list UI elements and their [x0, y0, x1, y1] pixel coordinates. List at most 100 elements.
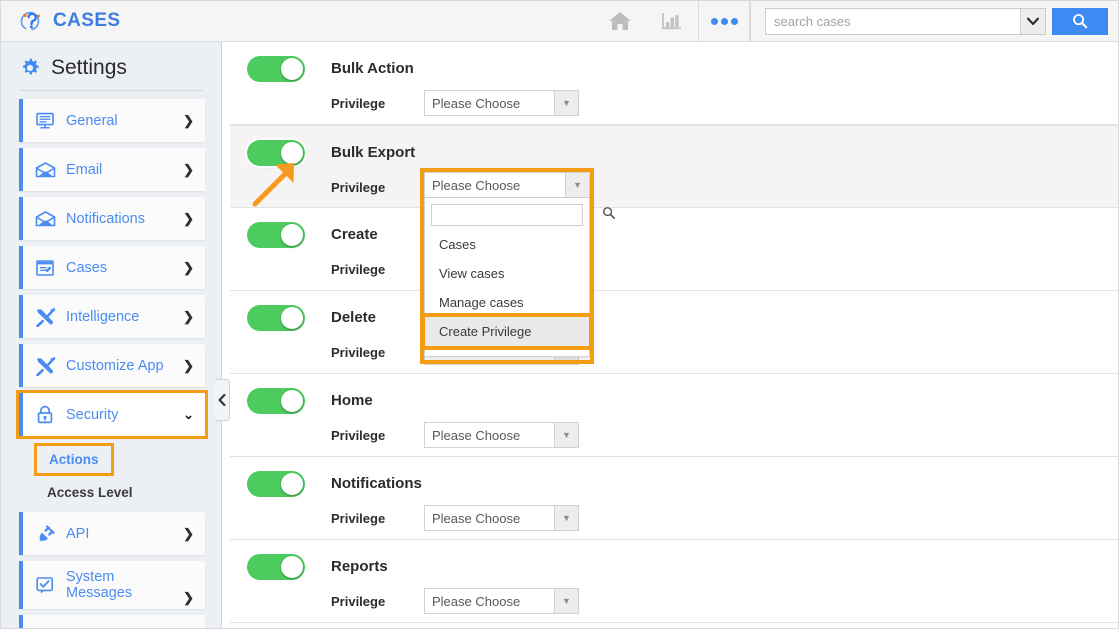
sidebar-item-label: Security	[66, 406, 119, 423]
envelope-icon	[34, 159, 56, 181]
sidebar-item-notifications[interactable]: Notifications ❯	[19, 197, 205, 240]
sidebar-item-label: Email	[66, 161, 103, 178]
permission-toggle[interactable]	[247, 305, 305, 331]
chevron-right-icon: ❯	[183, 259, 194, 275]
top-bar: CASES	[1, 1, 1118, 42]
privilege-label: Privilege	[331, 180, 386, 195]
permission-row: Home Privilege Please Choose ▼	[230, 374, 1118, 457]
app-logo[interactable]: CASES	[1, 8, 231, 34]
sidebar-item-label: General	[66, 112, 118, 129]
caret-down-icon: ▼	[554, 506, 578, 530]
header-divider	[19, 90, 203, 91]
permission-name: Reports	[331, 558, 388, 575]
dropdown-search-input[interactable]	[437, 205, 602, 225]
permission-toggle[interactable]	[247, 56, 305, 82]
search-zone	[750, 1, 1118, 42]
privilege-select[interactable]: Please Choose ▼	[424, 588, 579, 614]
toggle-knob	[281, 142, 303, 164]
sidebar-item-label: API	[66, 525, 90, 542]
sidebar-item-label: System Messages	[66, 569, 133, 601]
chevron-down-icon: ⌄	[183, 406, 194, 422]
plug-icon	[34, 626, 56, 628]
privilege-label: Privilege	[331, 511, 386, 526]
search-submit-button[interactable]	[1052, 7, 1108, 35]
sidebar-item-cases[interactable]: Cases ❯	[19, 246, 205, 289]
caret-down-icon: ▼	[565, 173, 589, 197]
dropdown-option[interactable]: Cases	[425, 230, 589, 259]
chevron-right-icon: ❯	[183, 590, 194, 605]
sidebar-subitem-actions[interactable]: Actions	[34, 443, 114, 476]
dropdown-option[interactable]: Manage cases	[425, 288, 589, 317]
tools-icon	[34, 306, 56, 328]
chevron-right-icon: ❯	[183, 161, 194, 177]
home-icon[interactable]	[594, 1, 646, 42]
sidebar-item-label: Cases	[66, 259, 108, 276]
security-submenu: Actions Access Level	[1, 443, 221, 500]
privilege-label: Privilege	[331, 96, 386, 111]
permissions-panel: Bulk Action Privilege Please Choose ▼ Bu…	[230, 42, 1118, 628]
sidebar-item-label: Customize App	[66, 357, 164, 374]
privilege-select[interactable]: Please Choose ▼	[424, 505, 579, 531]
permission-toggle[interactable]	[247, 388, 305, 414]
permission-toggle[interactable]	[247, 222, 305, 248]
dropdown-option-create-privilege[interactable]: Create Privilege	[421, 313, 593, 350]
lock-icon	[34, 404, 56, 426]
permission-row: Reports Privilege Please Choose ▼	[230, 540, 1118, 623]
chevron-right-icon: ❯	[183, 308, 194, 324]
sidebar-collapse-handle[interactable]	[215, 379, 230, 421]
privilege-select[interactable]: Please Choose ▼	[424, 172, 590, 198]
sidebar-item-interface[interactable]: Interface ❯	[19, 615, 205, 628]
privilege-select[interactable]: Please Choose ▼	[424, 90, 579, 116]
bar-chart-icon[interactable]	[646, 1, 698, 42]
permission-toggle[interactable]	[247, 471, 305, 497]
chevron-right-icon: ❯	[183, 210, 194, 226]
permission-name: Home	[331, 392, 373, 409]
monitor-icon	[34, 110, 56, 132]
permission-row: Bulk Action Privilege Please Choose ▼	[230, 42, 1118, 125]
dropdown-footer	[425, 346, 589, 356]
toggle-knob	[281, 58, 303, 80]
dropdown-search-box[interactable]	[431, 204, 616, 226]
sidebar-item-system-messages[interactable]: System Messages ❯	[19, 561, 205, 609]
sidebar-item-api[interactable]: API ❯	[19, 512, 205, 555]
permission-row: Bulk Export Privilege	[230, 125, 1118, 208]
permission-name: Bulk Action	[331, 60, 414, 77]
caret-down-icon: ▼	[554, 423, 578, 447]
privilege-label: Privilege	[331, 262, 386, 277]
sidebar-item-security[interactable]: Security ⌄	[16, 390, 208, 439]
permission-name: Bulk Export	[331, 144, 416, 161]
sidebar-item-label: Notifications	[66, 210, 145, 227]
permission-name: Create	[331, 226, 378, 243]
case-window-icon	[34, 257, 56, 279]
envelope-icon	[34, 208, 56, 230]
permission-toggle[interactable]	[247, 140, 305, 166]
permission-toggle[interactable]	[247, 554, 305, 580]
sidebar-subitem-access-level[interactable]: Access Level	[47, 485, 221, 500]
settings-sidebar: Settings General ❯ Email ❯ Notifications…	[1, 42, 222, 628]
permission-name: Delete	[331, 309, 377, 326]
toggle-knob	[281, 473, 303, 495]
search-input[interactable]	[765, 7, 1020, 35]
toggle-knob	[281, 556, 303, 578]
sidebar-item-general[interactable]: General ❯	[19, 99, 205, 142]
sidebar-item-customize-app[interactable]: Customize App ❯	[19, 344, 205, 387]
sidebar-item-email[interactable]: Email ❯	[19, 148, 205, 191]
checkbox-chat-icon	[34, 574, 56, 596]
privilege-select-value: Please Choose	[432, 593, 521, 609]
permission-row: Notifications Privilege Please Choose ▼	[230, 457, 1118, 540]
privilege-label: Privilege	[331, 594, 386, 609]
search-scope-chevron-down-icon[interactable]	[1020, 7, 1046, 35]
chevron-right-icon: ❯	[183, 357, 194, 373]
chevron-left-icon	[218, 394, 226, 406]
privilege-select-value: Please Choose	[432, 95, 521, 111]
chevron-right-icon: ❯	[183, 525, 194, 541]
caret-down-icon: ▼	[554, 91, 578, 115]
privilege-select-value: Please Choose	[432, 427, 521, 443]
three-dots-icon[interactable]	[698, 1, 750, 42]
dropdown-option[interactable]: View cases	[425, 259, 589, 288]
toggle-knob	[281, 224, 303, 246]
privilege-select[interactable]: Please Choose ▼	[424, 422, 579, 448]
cases-ear-logo-icon	[19, 8, 45, 34]
chevron-right-icon: ❯	[183, 112, 194, 128]
sidebar-item-intelligence[interactable]: Intelligence ❯	[19, 295, 205, 338]
